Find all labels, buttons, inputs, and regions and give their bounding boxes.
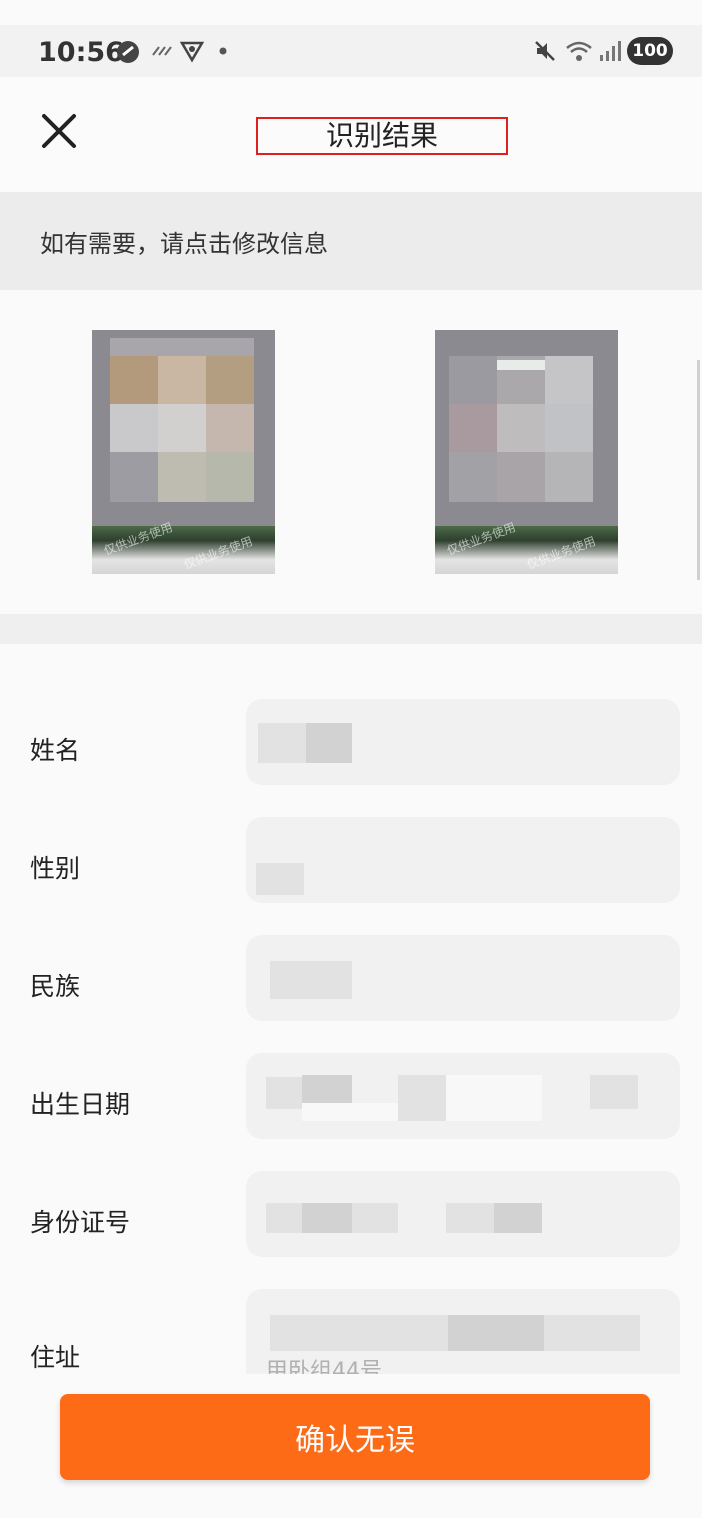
- signal-dots-icon: [150, 39, 174, 63]
- vpn-icon: [115, 39, 141, 63]
- cell-signal-icon: [598, 39, 622, 63]
- scrollbar[interactable]: [697, 360, 700, 580]
- gender-input[interactable]: [246, 817, 680, 903]
- birthdate-input[interactable]: [246, 1053, 680, 1139]
- field-label-name: 姓名: [30, 736, 81, 765]
- confirm-button[interactable]: 确认无误: [60, 1394, 650, 1480]
- hint-banner: 如有需要，请点击修改信息: [0, 192, 702, 290]
- field-label-birthdate: 出生日期: [30, 1090, 131, 1119]
- page-title: 识别结果: [256, 117, 508, 155]
- battery-indicator: 100: [627, 37, 673, 65]
- id-info-form: 姓名 性别 民族 出生日期 身份证号 住址 甲卧组44号: [0, 644, 702, 1374]
- field-label-id-number: 身份证号: [30, 1208, 131, 1237]
- close-button[interactable]: [38, 110, 80, 152]
- close-icon: [42, 114, 76, 148]
- nav-header: 识别结果: [0, 77, 702, 192]
- field-label-address: 住址: [30, 1343, 81, 1372]
- ethnicity-input[interactable]: [246, 935, 680, 1021]
- field-label-gender: 性别: [30, 854, 81, 883]
- status-bar: 10:56 100: [0, 25, 702, 77]
- section-divider: [0, 614, 702, 644]
- address-value: 甲卧组44号: [266, 1359, 382, 1374]
- id-number-input[interactable]: [246, 1171, 680, 1257]
- id-front-photo[interactable]: 仅供业务使用 仅供业务使用: [92, 330, 275, 574]
- shield-icon: [179, 39, 205, 63]
- id-back-photo[interactable]: 仅供业务使用 仅供业务使用: [435, 330, 618, 574]
- field-label-ethnicity: 民族: [30, 972, 81, 1001]
- hint-text: 如有需要，请点击修改信息: [40, 230, 328, 258]
- dot-icon: [218, 39, 228, 63]
- id-photos-section: 仅供业务使用 仅供业务使用 仅供业务使用 仅供业务使用: [0, 290, 702, 614]
- status-time: 10:56: [38, 37, 124, 68]
- wifi-icon: [565, 39, 593, 63]
- mute-icon: [533, 39, 557, 63]
- name-input[interactable]: [246, 699, 680, 785]
- address-input[interactable]: 甲卧组44号: [246, 1289, 680, 1374]
